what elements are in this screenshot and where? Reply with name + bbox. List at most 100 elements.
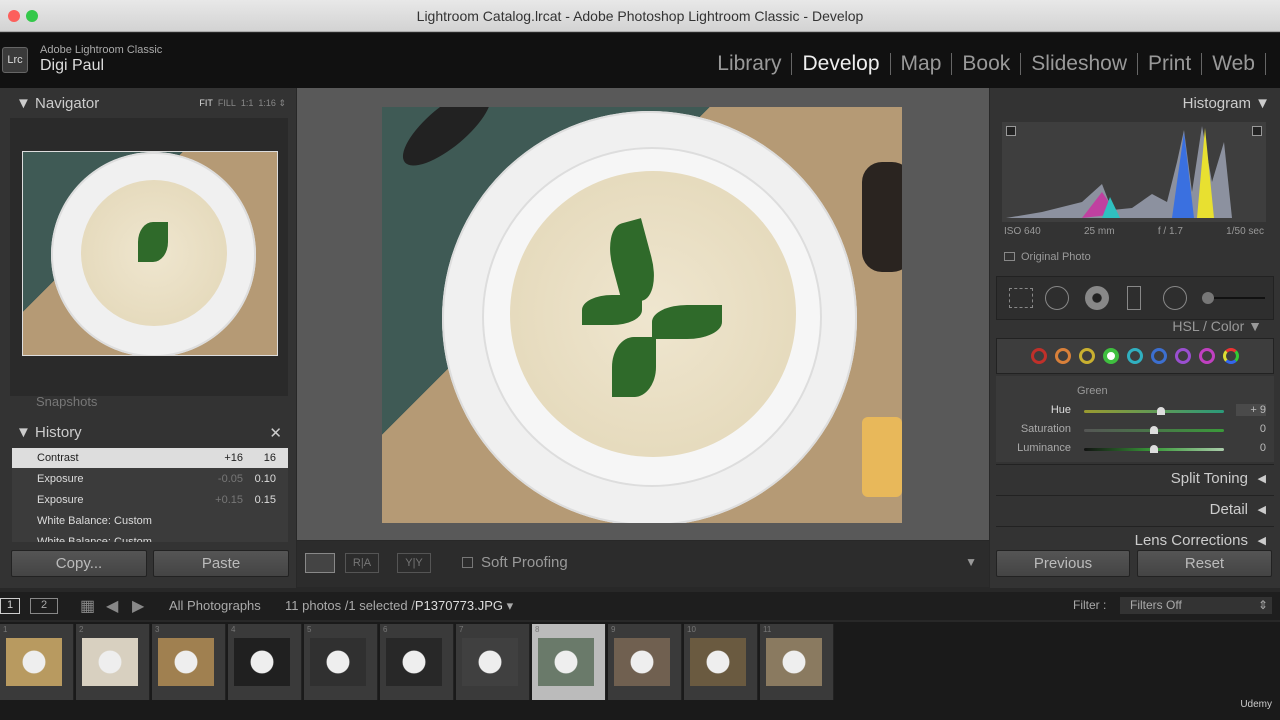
original-photo-checkbox[interactable] bbox=[1004, 252, 1015, 261]
back-arrow-icon[interactable]: ◀ bbox=[106, 596, 118, 616]
thumbnail-image bbox=[158, 638, 214, 686]
snapshots-header[interactable]: Snapshots bbox=[36, 394, 97, 409]
module-book[interactable]: Book bbox=[952, 53, 1022, 75]
navigator-preview[interactable] bbox=[22, 151, 278, 356]
filmstrip-thumbnail[interactable]: 8 bbox=[532, 624, 606, 700]
thumbnail-image bbox=[310, 638, 366, 686]
module-develop[interactable]: Develop bbox=[792, 53, 891, 75]
slider-value[interactable]: 0 bbox=[1236, 442, 1266, 454]
toolbar: R|A Y|Y Soft Proofing ▼ bbox=[297, 541, 989, 587]
color-swatch[interactable] bbox=[1175, 348, 1191, 364]
history-change: +0.15 bbox=[215, 494, 243, 506]
filmstrip-thumbnail[interactable]: 4 bbox=[228, 624, 302, 700]
clear-history-icon[interactable]: ✕ bbox=[269, 424, 282, 442]
filmstrip-thumbnail[interactable]: 2 bbox=[76, 624, 150, 700]
slider-label: Luminance bbox=[1017, 442, 1071, 454]
highlight-clipping-icon[interactable] bbox=[1252, 126, 1262, 136]
loupe-view-button[interactable] bbox=[305, 553, 335, 573]
navigator-zoom-options[interactable]: FIT FILL 1:1 1:16 ⇕ bbox=[199, 98, 286, 109]
filmstrip-thumbnail[interactable]: 3 bbox=[152, 624, 226, 700]
slider-thumb[interactable] bbox=[1157, 407, 1165, 415]
red-eye-icon[interactable] bbox=[1085, 286, 1109, 310]
window-title: Lightroom Catalog.lrcat - Adobe Photosho… bbox=[416, 8, 864, 24]
spoon bbox=[392, 107, 502, 178]
module-print[interactable]: Print bbox=[1138, 53, 1203, 75]
second-window-button[interactable]: 2 bbox=[30, 598, 58, 614]
close-window-button[interactable] bbox=[8, 10, 20, 22]
filmstrip-thumbnail[interactable]: 9 bbox=[608, 624, 682, 700]
source-label[interactable]: All Photographs bbox=[169, 598, 261, 613]
thumbnail-image bbox=[6, 638, 62, 686]
graduated-filter-icon[interactable] bbox=[1127, 286, 1141, 310]
zoom-window-button[interactable] bbox=[26, 10, 38, 22]
histogram-header[interactable]: Histogram ▼ bbox=[1183, 95, 1270, 112]
filmstrip-thumbnail[interactable]: 7 bbox=[456, 624, 530, 700]
original-photo-label: Original Photo bbox=[1021, 251, 1091, 263]
filmstrip-thumbnail[interactable]: 6 bbox=[380, 624, 454, 700]
slider-value[interactable]: 0 bbox=[1236, 423, 1266, 435]
panel-split-toning[interactable]: Split Toning ◀ bbox=[996, 464, 1274, 492]
color-swatch[interactable] bbox=[1079, 348, 1095, 364]
module-slideshow[interactable]: Slideshow bbox=[1021, 53, 1138, 75]
grid-view-icon[interactable]: ▦ bbox=[80, 596, 95, 616]
paste-button[interactable]: Paste bbox=[153, 550, 289, 577]
forward-arrow-icon[interactable]: ▶ bbox=[132, 596, 144, 616]
thumbnail-number: 3 bbox=[155, 625, 160, 634]
filmstrip-source-info[interactable]: 11 photos /1 selected /P1370773.JPG ▾ bbox=[285, 598, 513, 614]
slider-label: Saturation bbox=[1020, 423, 1071, 435]
filmstrip-thumbnail[interactable]: 10 bbox=[684, 624, 758, 700]
history-value: 0.10 bbox=[254, 473, 276, 485]
filmstrip: Udemy 1 2 3 4 5 6 7 8 9 10 11 bbox=[0, 622, 1280, 720]
history-item[interactable]: Exposure -0.05 0.10 bbox=[12, 469, 288, 489]
crop-tool-icon[interactable] bbox=[1009, 288, 1033, 308]
before-after-lr-button[interactable]: R|A bbox=[345, 553, 379, 573]
toolbar-menu-icon[interactable]: ▼ bbox=[965, 555, 977, 569]
filmstrip-thumbnail[interactable]: 11 bbox=[760, 624, 834, 700]
color-swatch[interactable] bbox=[1151, 348, 1167, 364]
navigator-header[interactable]: ▼ Navigator bbox=[16, 95, 99, 112]
history-item[interactable]: White Balance: Custom bbox=[12, 532, 288, 542]
radial-filter-icon[interactable] bbox=[1163, 286, 1187, 310]
exif-info: ISO 640 25 mm f / 1.7 1/50 sec bbox=[1004, 226, 1264, 237]
previous-button[interactable]: Previous bbox=[996, 550, 1130, 577]
hue-slider[interactable] bbox=[1084, 410, 1224, 413]
filter-dropdown[interactable]: Filters Off ⇕ bbox=[1120, 597, 1272, 614]
slider-thumb[interactable] bbox=[1150, 426, 1158, 434]
image-canvas[interactable] bbox=[297, 88, 989, 540]
panel-detail[interactable]: Detail ◀ bbox=[996, 495, 1274, 523]
thumbnail-image bbox=[766, 638, 822, 686]
color-swatch[interactable] bbox=[1055, 348, 1071, 364]
history-item[interactable]: Exposure +0.15 0.15 bbox=[12, 490, 288, 510]
module-library[interactable]: Library bbox=[707, 53, 793, 75]
copy-button[interactable]: Copy... bbox=[11, 550, 147, 577]
history-label: White Balance: Custom bbox=[37, 515, 152, 527]
thumbnail-number: 9 bbox=[611, 625, 616, 634]
color-swatch[interactable] bbox=[1031, 348, 1047, 364]
color-swatch[interactable] bbox=[1103, 348, 1119, 364]
slider-value[interactable]: + 9 bbox=[1236, 404, 1266, 416]
history-change: +16 bbox=[224, 452, 243, 464]
history-item[interactable]: Contrast +16 16 bbox=[12, 448, 288, 468]
color-swatch[interactable] bbox=[1127, 348, 1143, 364]
main-window-button[interactable]: 1 bbox=[0, 598, 20, 614]
hsl-color-header[interactable]: HSL / Color ▼ bbox=[1172, 318, 1262, 334]
spot-removal-icon[interactable] bbox=[1045, 286, 1069, 310]
soft-proofing-checkbox[interactable] bbox=[462, 557, 473, 568]
color-swatch[interactable] bbox=[1199, 348, 1215, 364]
slider-label: Hue bbox=[1050, 404, 1071, 416]
history-header[interactable]: ▼ History bbox=[16, 424, 82, 441]
module-map[interactable]: Map bbox=[891, 53, 953, 75]
module-web[interactable]: Web bbox=[1202, 53, 1266, 75]
history-item[interactable]: White Balance: Custom bbox=[12, 511, 288, 531]
slider-thumb[interactable] bbox=[1150, 445, 1158, 453]
histogram-chart[interactable] bbox=[1002, 122, 1266, 222]
filmstrip-thumbnail[interactable]: 5 bbox=[304, 624, 378, 700]
filmstrip-thumbnail[interactable]: 1 bbox=[0, 624, 74, 700]
color-swatch[interactable] bbox=[1223, 348, 1239, 364]
shadow-clipping-icon[interactable] bbox=[1006, 126, 1016, 136]
collapse-arrow-icon: ◀ bbox=[1257, 504, 1266, 516]
thumbnail-image bbox=[690, 638, 746, 686]
reset-button[interactable]: Reset bbox=[1137, 550, 1272, 577]
before-after-tb-button[interactable]: Y|Y bbox=[397, 553, 431, 573]
history-label: Contrast bbox=[37, 452, 79, 464]
